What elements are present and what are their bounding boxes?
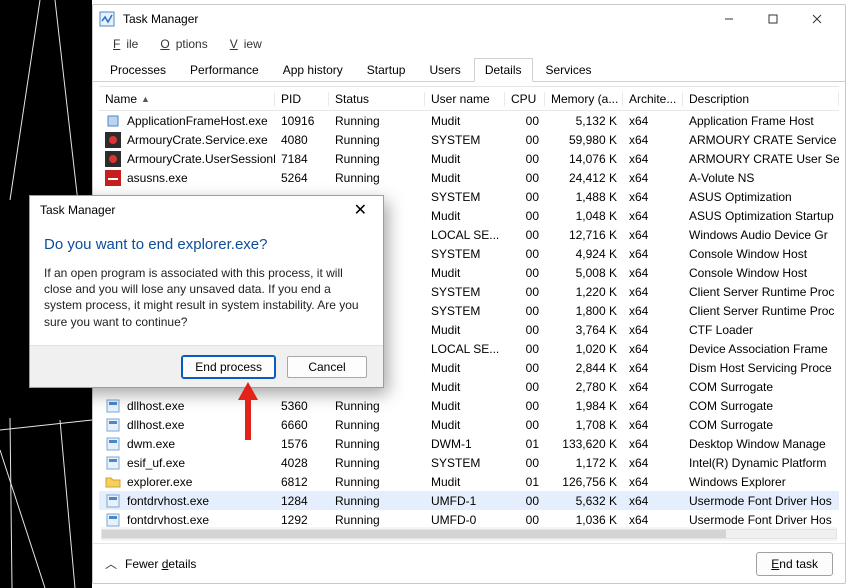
menubar: FileOptions View (93, 33, 845, 55)
window-title: Task Manager (123, 12, 198, 26)
menu-view[interactable]: View (218, 35, 268, 53)
table-row[interactable]: explorer.exe6812RunningMudit01126,756 Kx… (99, 472, 839, 491)
column-header-user-name[interactable]: User name (425, 92, 505, 106)
process-icon (105, 113, 121, 129)
column-header-description[interactable]: Description (683, 92, 839, 106)
table-row[interactable]: dllhost.exe6660RunningMudit001,708 Kx64C… (99, 415, 839, 434)
end-process-button[interactable]: End process (182, 356, 275, 378)
table-row[interactable]: ArmouryCrate.UserSessionH...7184RunningM… (99, 149, 839, 168)
tab-services[interactable]: Services (535, 58, 603, 81)
process-icon (105, 436, 121, 452)
table-row[interactable]: ApplicationFrameHost.exe10916RunningMudi… (99, 111, 839, 130)
process-icon (105, 474, 121, 490)
tab-users[interactable]: Users (418, 58, 471, 81)
column-header-pid[interactable]: PID (275, 92, 329, 106)
column-header-memory-a-[interactable]: Memory (a... (545, 92, 623, 106)
process-icon (105, 455, 121, 471)
column-header-name[interactable]: Name▲ (99, 92, 275, 106)
process-icon (105, 417, 121, 433)
tabs-bar: ProcessesPerformanceApp historyStartupUs… (93, 55, 845, 82)
menu-options[interactable]: Options (148, 35, 213, 53)
process-icon (105, 151, 121, 167)
table-row[interactable]: dllhost.exe5360RunningMudit001,984 Kx64C… (99, 396, 839, 415)
tab-processes[interactable]: Processes (99, 58, 177, 81)
process-icon (105, 493, 121, 509)
tab-startup[interactable]: Startup (356, 58, 417, 81)
dialog-question: Do you want to end explorer.exe? (44, 236, 369, 253)
dialog-close-icon[interactable]: ✕ (348, 200, 373, 220)
process-icon (105, 132, 121, 148)
process-icon (105, 398, 121, 414)
maximize-button[interactable] (751, 5, 795, 33)
table-row[interactable]: esif_uf.exe4028RunningSYSTEM001,172 Kx64… (99, 453, 839, 472)
table-row[interactable]: dwm.exe1576RunningDWM-101133,620 Kx64Des… (99, 434, 839, 453)
horizontal-scrollbar[interactable] (101, 527, 837, 541)
table-row[interactable]: fontdrvhost.exe1292RunningUMFD-0001,036 … (99, 510, 839, 527)
process-icon (105, 170, 121, 186)
titlebar[interactable]: Task Manager (93, 5, 845, 33)
table-row[interactable]: asusns.exe5264RunningMudit0024,412 Kx64A… (99, 168, 839, 187)
end-task-button[interactable]: End task (756, 552, 833, 576)
dialog-title: Task Manager (40, 203, 115, 217)
tab-app-history[interactable]: App history (272, 58, 354, 81)
task-manager-icon (99, 11, 115, 27)
footer-bar: ︿ Fewer details End task (93, 543, 845, 583)
column-header-archite-[interactable]: Archite... (623, 92, 683, 106)
menu-file[interactable]: File (101, 35, 144, 53)
tab-performance[interactable]: Performance (179, 58, 270, 81)
minimize-button[interactable] (707, 5, 751, 33)
dialog-message: If an open program is associated with th… (44, 265, 369, 330)
table-row[interactable]: fontdrvhost.exe1284RunningUMFD-1005,632 … (99, 491, 839, 510)
column-header-cpu[interactable]: CPU (505, 92, 545, 106)
column-headers: Name▲PIDStatusUser nameCPUMemory (a...Ar… (99, 87, 839, 111)
process-icon (105, 512, 121, 528)
confirm-dialog: Task Manager ✕ Do you want to end explor… (29, 195, 384, 388)
chevron-up-icon[interactable]: ︿ (105, 555, 117, 572)
scrollbar-thumb[interactable] (102, 530, 726, 538)
cancel-button[interactable]: Cancel (287, 356, 367, 378)
close-button[interactable] (795, 5, 839, 33)
table-row[interactable]: ArmouryCrate.Service.exe4080RunningSYSTE… (99, 130, 839, 149)
column-header-status[interactable]: Status (329, 92, 425, 106)
fewer-details-link[interactable]: Fewer details (125, 557, 196, 571)
tab-details[interactable]: Details (474, 58, 533, 82)
sort-asc-icon: ▲ (141, 94, 150, 104)
